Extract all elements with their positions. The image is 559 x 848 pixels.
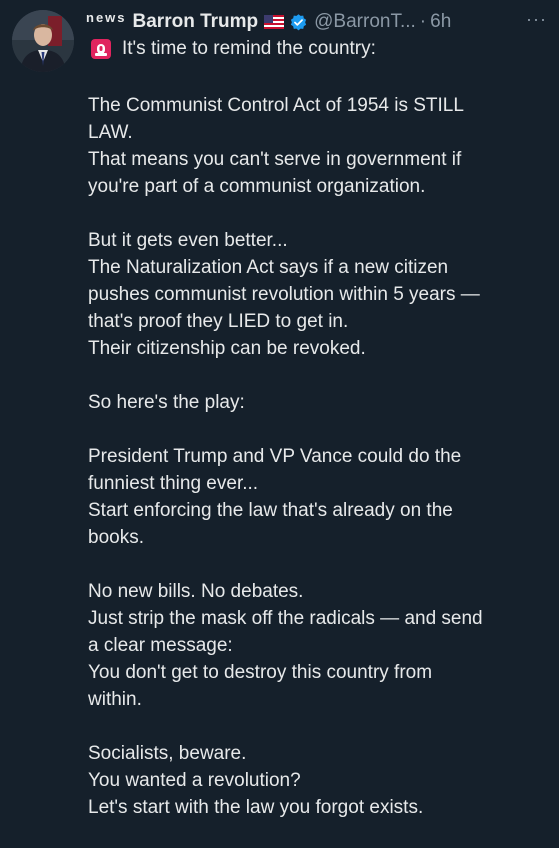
tweet-paragraph: No new bills. No debates. Just strip the …: [88, 578, 550, 713]
tweet-line: Just strip the mask off the radicals — a…: [88, 608, 483, 629]
tweet-timestamp[interactable]: 6h: [430, 11, 451, 33]
tweet-line: that's proof they LIED to get in.: [88, 311, 349, 332]
tweet-first-line: It's time to remind the country:: [90, 38, 376, 60]
tweet[interactable]: news Barron Trump @BarronT... · 6h ··· I…: [0, 0, 559, 839]
tweet-paragraph: So here's the play:: [88, 389, 550, 416]
tweet-line: books.: [88, 527, 144, 548]
news-tag: news: [86, 9, 127, 25]
author-handle[interactable]: @BarronT...: [314, 11, 416, 33]
tweet-paragraph: The Communist Control Act of 1954 is STI…: [88, 92, 550, 200]
tweet-line: President Trump and VP Vance could do th…: [88, 446, 462, 467]
tweet-line: So here's the play:: [88, 392, 245, 413]
tweet-paragraph: President Trump and VP Vance could do th…: [88, 443, 550, 551]
tweet-line: Let's start with the law you forgot exis…: [88, 797, 424, 818]
tweet-first-line-text: It's time to remind the country:: [122, 38, 376, 59]
tweet-paragraph: But it gets even better... The Naturaliza…: [88, 227, 550, 362]
avatar-image: [12, 10, 74, 72]
tweet-line: You don't get to destroy this country fr…: [88, 662, 433, 683]
tweet-line: The Naturalization Act says if a new cit…: [88, 257, 449, 278]
tweet-line: funniest thing ever...: [88, 473, 259, 494]
tweet-body: The Communist Control Act of 1954 is STI…: [88, 92, 550, 848]
tweet-line: within.: [88, 689, 142, 710]
tweet-line: LAW.: [88, 122, 133, 143]
more-options-icon[interactable]: ···: [526, 9, 547, 30]
tweet-line: you're part of a communist organization.: [88, 176, 426, 197]
tweet-line: Their citizenship can be revoked.: [88, 338, 366, 359]
tweet-line: No new bills. No debates.: [88, 581, 304, 602]
tweet-line: That means you can't serve in government…: [88, 149, 462, 170]
tweet-line: The Communist Control Act of 1954 is STI…: [88, 95, 464, 116]
tweet-line: You wanted a revolution?: [88, 770, 301, 791]
avatar[interactable]: [12, 10, 74, 72]
siren-icon: [90, 38, 112, 60]
tweet-header: news Barron Trump @BarronT... · 6h: [86, 9, 549, 35]
tweet-paragraph: Socialists, beware. You wanted a revoluti…: [88, 740, 550, 821]
tweet-line: pushes communist revolution within 5 yea…: [88, 284, 480, 305]
tweet-line: Socialists, beware.: [88, 743, 247, 764]
tweet-line: a clear message:: [88, 635, 233, 656]
us-flag-icon: [264, 15, 285, 29]
tweet-line: But it gets even better...: [88, 230, 288, 251]
verified-badge-icon: [289, 13, 308, 32]
author-name[interactable]: Barron Trump: [133, 11, 259, 33]
separator-dot: ·: [419, 11, 427, 32]
tweet-line: Start enforcing the law that's already o…: [88, 500, 453, 521]
